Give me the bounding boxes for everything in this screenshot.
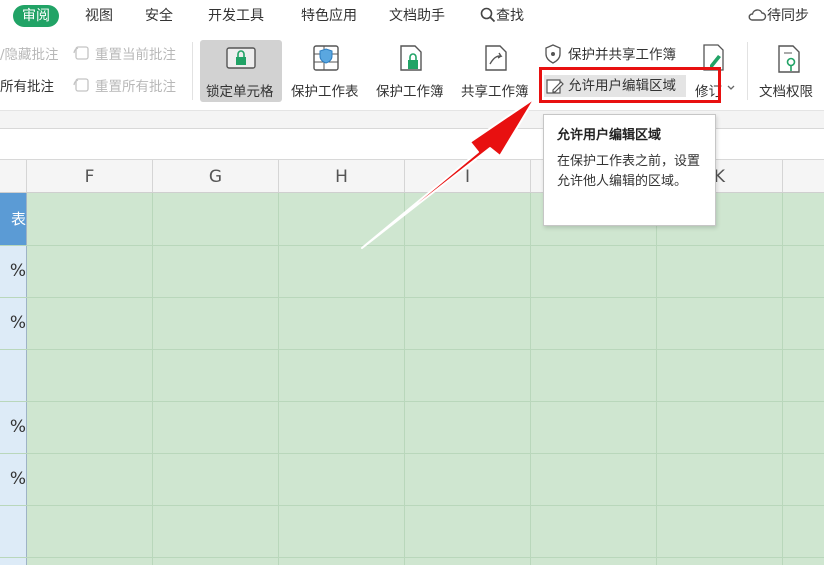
- ribbon-divider: [192, 42, 193, 100]
- column-header-partial[interactable]: [0, 160, 27, 192]
- share-workbook-label: 共享工作簿: [461, 84, 529, 100]
- lock-icon: [226, 47, 256, 69]
- grid-line: [656, 193, 657, 565]
- reset-current-label: 重置当前批注: [95, 47, 176, 63]
- tooltip-body: 在保护工作表之前，设置允许他人编辑的区域。: [557, 154, 701, 189]
- cell-partial[interactable]: %: [0, 297, 26, 349]
- lock-cell-button[interactable]: 锁定单元格: [200, 40, 282, 102]
- column-header-h[interactable]: H: [279, 160, 405, 192]
- grid-line: [782, 193, 783, 565]
- protect-sheet-button[interactable]: 保护工作表: [287, 40, 367, 102]
- document-rights-icon: [778, 45, 800, 73]
- all-comments-button[interactable]: 所有批注: [0, 78, 54, 96]
- protect-workbook-icon: [400, 45, 422, 71]
- grid-line: [0, 557, 824, 558]
- protect-share-icon: [545, 44, 561, 64]
- search-icon: [480, 7, 496, 23]
- grid-line: [0, 349, 824, 350]
- protect-sheet-icon: [313, 45, 339, 71]
- column-header-g[interactable]: G: [153, 160, 279, 192]
- column-header-f[interactable]: F: [27, 160, 153, 192]
- sheet-grid[interactable]: 表 % % % %: [0, 193, 824, 565]
- grid-line: [278, 193, 279, 565]
- grid-line: [26, 193, 27, 565]
- reset-comment-icon: [73, 46, 89, 60]
- tab-doc-assistant[interactable]: 文档助手: [389, 5, 445, 27]
- cloud-sync-icon: [748, 9, 767, 21]
- protect-workbook-label: 保护工作簿: [376, 84, 444, 100]
- sync-button[interactable]: 待同步: [747, 5, 809, 27]
- grid-line: [152, 193, 153, 565]
- grid-line: [0, 453, 824, 454]
- cell-partial[interactable]: %: [0, 453, 26, 505]
- highlight-box: [539, 67, 721, 103]
- reset-comment-icon: [73, 78, 89, 92]
- lock-cell-label: 锁定单元格: [206, 84, 274, 100]
- grid-line: [404, 193, 405, 565]
- tab-view[interactable]: 视图: [85, 5, 113, 27]
- grid-line: [0, 505, 824, 506]
- ribbon-divider: [747, 42, 748, 100]
- tab-developer[interactable]: 开发工具: [208, 5, 264, 27]
- share-workbook-icon: [485, 45, 507, 71]
- grid-line: [0, 245, 824, 246]
- protect-sheet-label: 保护工作表: [291, 84, 359, 100]
- grid-line: [530, 193, 531, 565]
- menu-tab-bar: 审阅 视图 安全 开发工具 特色应用 文档助手 查找 待同步: [0, 0, 824, 32]
- tab-features[interactable]: 特色应用: [301, 5, 357, 27]
- chevron-down-icon: [727, 85, 735, 90]
- cell-partial[interactable]: 表: [0, 193, 26, 245]
- find-button[interactable]: 查找: [480, 5, 524, 27]
- find-label: 查找: [496, 8, 524, 24]
- tab-review[interactable]: 审阅: [13, 5, 59, 27]
- column-header-i[interactable]: I: [405, 160, 531, 192]
- tooltip-title: 允许用户编辑区域: [557, 128, 662, 143]
- document-rights-label: 文档权限: [759, 84, 813, 100]
- reset-all-label: 重置所有批注: [95, 79, 176, 95]
- cell-partial[interactable]: %: [0, 245, 26, 297]
- protect-share-label: 保护并共享工作簿: [568, 47, 676, 63]
- grid-line: [0, 401, 824, 402]
- hide-comments-button[interactable]: /隐藏批注: [0, 46, 59, 64]
- protect-share-workbook-button[interactable]: 保护并共享工作簿: [544, 44, 694, 66]
- grid-line: [0, 297, 824, 298]
- document-rights-button[interactable]: 文档权限: [753, 40, 824, 102]
- tooltip: 允许用户编辑区域 在保护工作表之前，设置允许他人编辑的区域。: [543, 114, 716, 226]
- protect-workbook-button[interactable]: 保护工作簿: [372, 40, 452, 102]
- tab-security[interactable]: 安全: [145, 5, 173, 27]
- share-workbook-button[interactable]: 共享工作簿: [457, 40, 537, 102]
- cell-partial[interactable]: %: [0, 401, 26, 453]
- sync-label: 待同步: [767, 8, 809, 24]
